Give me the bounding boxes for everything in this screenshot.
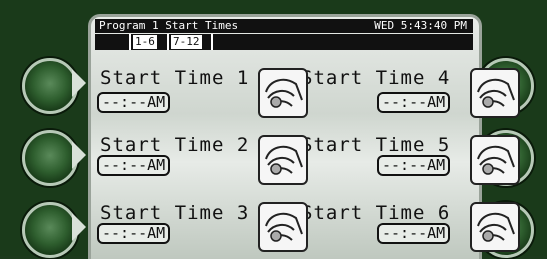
left-button-1-pointer-icon	[72, 69, 86, 97]
finger-tap-icon[interactable]	[258, 202, 308, 252]
start-time-5-value[interactable]: --:--AM	[377, 155, 451, 176]
finger-tap-icon[interactable]	[470, 135, 520, 185]
finger-tap-icon[interactable]	[470, 202, 520, 252]
left-button-3[interactable]	[22, 202, 78, 258]
screen-title: Program 1 Start Times	[99, 19, 239, 32]
start-time-4-label: Start Time 4	[301, 67, 451, 89]
start-time-3-value[interactable]: --:--AM	[97, 223, 171, 244]
left-button-3-pointer-icon	[72, 213, 86, 241]
tab-divider	[167, 34, 169, 50]
start-time-2-value[interactable]: --:--AM	[97, 155, 171, 176]
left-button-2[interactable]	[22, 130, 78, 186]
clock-display: WED 5:43:40 PM	[374, 19, 467, 32]
start-time-3-label: Start Time 3	[100, 202, 250, 224]
finger-tap-icon[interactable]	[258, 135, 308, 185]
start-time-6-label: Start Time 6	[301, 202, 451, 224]
start-time-6-value[interactable]: --:--AM	[377, 223, 451, 244]
tab-bar: 1-6 7-12	[95, 34, 473, 50]
left-button-1[interactable]	[22, 58, 78, 114]
device-bezel: Program 1 Start Times WED 5:43:40 PM 1-6…	[0, 0, 547, 259]
title-bar: Program 1 Start Times WED 5:43:40 PM	[95, 19, 473, 33]
finger-tap-icon[interactable]	[258, 68, 308, 118]
left-button-2-pointer-icon	[72, 141, 86, 169]
tab-7-12[interactable]: 7-12	[171, 35, 202, 49]
tab-divider	[211, 34, 213, 50]
start-time-1-label: Start Time 1	[100, 67, 250, 89]
start-time-1-value[interactable]: --:--AM	[97, 92, 171, 113]
tab-divider	[129, 34, 131, 50]
finger-tap-icon[interactable]	[470, 68, 520, 118]
start-time-4-value[interactable]: --:--AM	[377, 92, 451, 113]
tab-1-6[interactable]: 1-6	[133, 35, 157, 49]
start-time-5-label: Start Time 5	[301, 134, 451, 156]
start-time-2-label: Start Time 2	[100, 134, 250, 156]
